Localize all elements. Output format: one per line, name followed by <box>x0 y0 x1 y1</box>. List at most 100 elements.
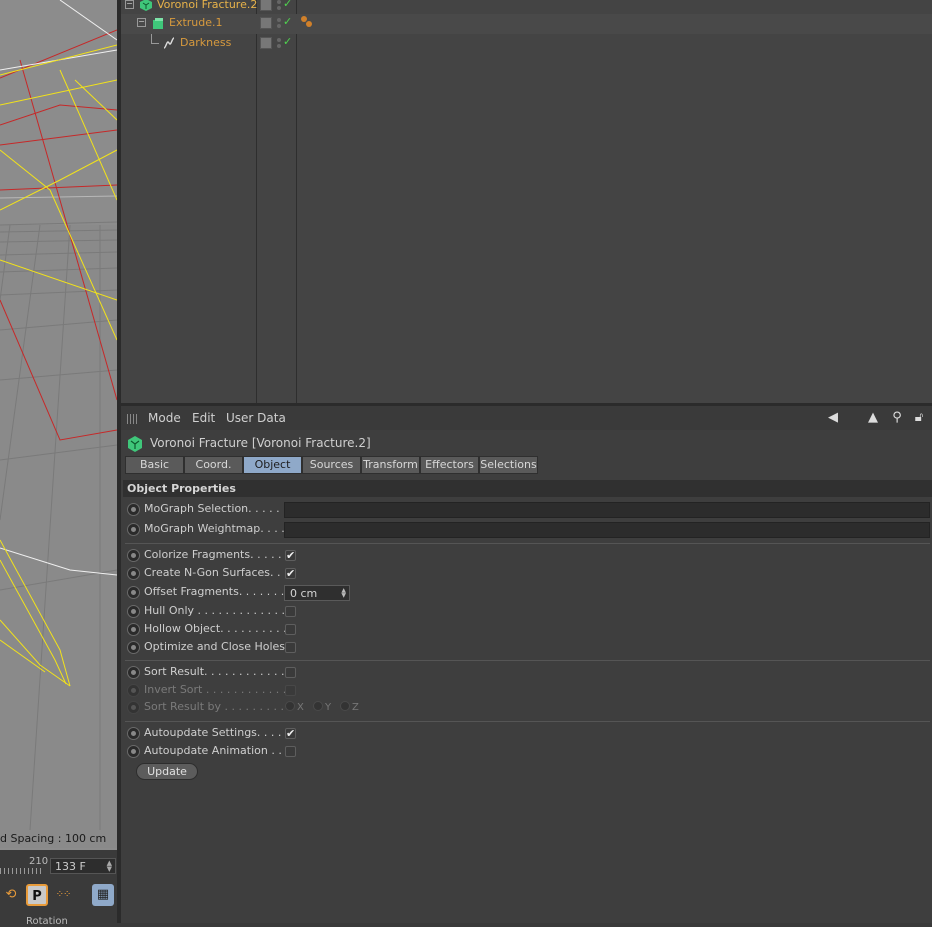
layer-toggle[interactable] <box>260 37 272 49</box>
optimize-close-holes-checkbox[interactable] <box>285 642 296 653</box>
rotation-label: Rotation <box>26 916 68 927</box>
enabled-check-icon[interactable]: ✓ <box>283 0 292 10</box>
prop-mograph-selection: MoGraph Selection. . . . . . <box>125 501 930 519</box>
animate-radio[interactable] <box>127 666 140 679</box>
layer-toggle[interactable] <box>260 17 272 29</box>
prop-offset-fragments: Offset Fragments. . . . . . . . 0 cm ▲ ▼ <box>125 584 930 602</box>
object-row-voronoi[interactable]: − Voronoi Fracture.2 ✓ <box>121 0 932 14</box>
collapse-toggle-icon[interactable]: − <box>137 18 146 27</box>
tab-coord[interactable]: Coord. <box>184 456 243 474</box>
tab-effectors[interactable]: Effectors <box>420 456 479 474</box>
hollow-object-checkbox[interactable] <box>285 624 296 635</box>
menu-mode[interactable]: Mode <box>148 411 181 425</box>
radio-icon <box>340 701 350 711</box>
prop-label: Create N-Gon Surfaces. . . <box>144 566 288 579</box>
animate-radio[interactable] <box>127 745 140 758</box>
frame-marker-label: 210 <box>29 856 49 867</box>
keyframe-p-icon[interactable]: P <box>26 884 48 906</box>
sort-result-checkbox[interactable] <box>285 667 296 678</box>
tab-sources[interactable]: Sources <box>302 456 361 474</box>
animate-radio[interactable] <box>127 623 140 636</box>
collapse-toggle-icon[interactable]: − <box>125 0 134 9</box>
prop-label: Autoupdate Animation . . . <box>144 744 289 757</box>
lock-icon[interactable]: 🔓︎ <box>911 410 927 426</box>
prop-label: MoGraph Selection. . . . . . <box>144 502 287 515</box>
separator <box>125 543 930 544</box>
spin-arrows-icon[interactable]: ▲ ▼ <box>341 588 346 599</box>
axis-label: Z <box>352 702 359 713</box>
spline-icon <box>163 37 175 49</box>
prop-label: Sort Result. . . . . . . . . . . . . <box>144 665 292 678</box>
grid-spacing-label: d Spacing : 100 cm <box>0 830 117 848</box>
animate-radio[interactable] <box>127 605 140 618</box>
column-separator[interactable] <box>256 0 257 403</box>
prop-hull-only: Hull Only . . . . . . . . . . . . . . <box>125 603 930 621</box>
visibility-dots-icon[interactable] <box>277 17 281 29</box>
prop-label: Optimize and Close Holes <box>144 640 286 653</box>
animate-radio[interactable] <box>127 523 140 536</box>
tab-selections[interactable]: Selections <box>479 456 538 474</box>
update-button[interactable]: Update <box>136 763 198 780</box>
voronoi-fracture-icon <box>140 0 152 11</box>
tab-transform[interactable]: Transform <box>361 456 420 474</box>
prop-hollow-object: Hollow Object. . . . . . . . . . . <box>125 621 930 639</box>
offset-fragments-input[interactable]: 0 cm ▲ ▼ <box>284 585 350 601</box>
visibility-dots-icon[interactable] <box>277 0 281 11</box>
prop-label: Hull Only . . . . . . . . . . . . . . <box>144 604 292 617</box>
spin-arrows-icon[interactable]: ▲ ▼ <box>107 860 112 873</box>
enabled-check-icon[interactable]: ✓ <box>283 35 292 48</box>
mograph-selection-field[interactable] <box>284 502 930 518</box>
animate-radio[interactable] <box>127 727 140 740</box>
viewport-scene <box>0 0 117 831</box>
enabled-check-icon[interactable]: ✓ <box>283 15 292 28</box>
panel-grip-icon[interactable] <box>127 414 139 424</box>
animate-radio[interactable] <box>127 503 140 516</box>
object-name[interactable]: Extrude.1 <box>169 16 223 29</box>
section-header-object-properties: Object Properties <box>123 480 932 497</box>
create-ngon-checkbox[interactable]: ✔ <box>285 568 296 579</box>
layer-toggle[interactable] <box>260 0 272 11</box>
menu-edit[interactable]: Edit <box>192 411 215 425</box>
timeline-ruler[interactable] <box>0 868 44 874</box>
menu-user-data[interactable]: User Data <box>226 411 286 425</box>
loop-icon[interactable]: ⟲ <box>0 884 22 906</box>
separator <box>125 721 930 722</box>
mograph-weightmap-field[interactable] <box>284 522 930 538</box>
animate-radio[interactable] <box>127 641 140 654</box>
back-arrow-icon[interactable]: ◀̶ <box>821 410 845 426</box>
up-arrow-icon[interactable]: ▲ <box>865 410 881 426</box>
frame-field[interactable]: 133 F ▲ ▼ <box>50 858 116 874</box>
colorize-fragments-checkbox[interactable]: ✔ <box>285 550 296 561</box>
prop-autoupdate-animation: Autoupdate Animation . . . <box>125 743 930 761</box>
autoupdate-animation-checkbox[interactable] <box>285 746 296 757</box>
object-manager: − Voronoi Fracture.2 ✓ − Extrude.1 ✓ Dar… <box>121 0 932 403</box>
object-name[interactable]: Voronoi Fracture.2 <box>157 0 257 11</box>
visibility-dots-icon[interactable] <box>277 37 281 49</box>
tab-basic[interactable]: Basic <box>125 456 184 474</box>
tab-object[interactable]: Object <box>243 456 302 474</box>
3d-viewport[interactable]: d Spacing : 100 cm <box>0 0 117 850</box>
prop-colorize-fragments: Colorize Fragments. . . . . . ✔ <box>125 547 930 565</box>
animate-radio[interactable] <box>127 549 140 562</box>
axis-label: X <box>297 702 304 713</box>
film-strip-icon[interactable]: ▦ <box>92 884 114 906</box>
object-row-extrude[interactable]: − Extrude.1 ✓ <box>121 14 932 34</box>
prop-label: Autoupdate Settings. . . . . <box>144 726 289 739</box>
offset-fragments-value: 0 cm <box>290 587 318 600</box>
object-name[interactable]: Darkness <box>180 36 231 49</box>
grid-dots-icon[interactable]: ⁘⁘ <box>52 884 74 906</box>
animate-radio[interactable] <box>127 586 140 599</box>
voronoi-fracture-icon <box>128 436 142 452</box>
prop-sort-result: Sort Result. . . . . . . . . . . . . <box>125 664 930 682</box>
animate-radio[interactable] <box>127 567 140 580</box>
object-row-darkness[interactable]: Darkness ✓ <box>121 34 932 54</box>
axis-option-z: Z <box>340 701 359 713</box>
extrude-icon <box>153 18 163 29</box>
axis-option-y: Y <box>313 701 331 713</box>
search-icon[interactable]: ⚲ <box>889 410 905 426</box>
hull-only-checkbox[interactable] <box>285 606 296 617</box>
tag-icon[interactable] <box>306 21 312 27</box>
autoupdate-settings-checkbox[interactable]: ✔ <box>285 728 296 739</box>
prop-optimize-close-holes: Optimize and Close Holes <box>125 639 930 657</box>
column-separator[interactable] <box>296 0 297 403</box>
